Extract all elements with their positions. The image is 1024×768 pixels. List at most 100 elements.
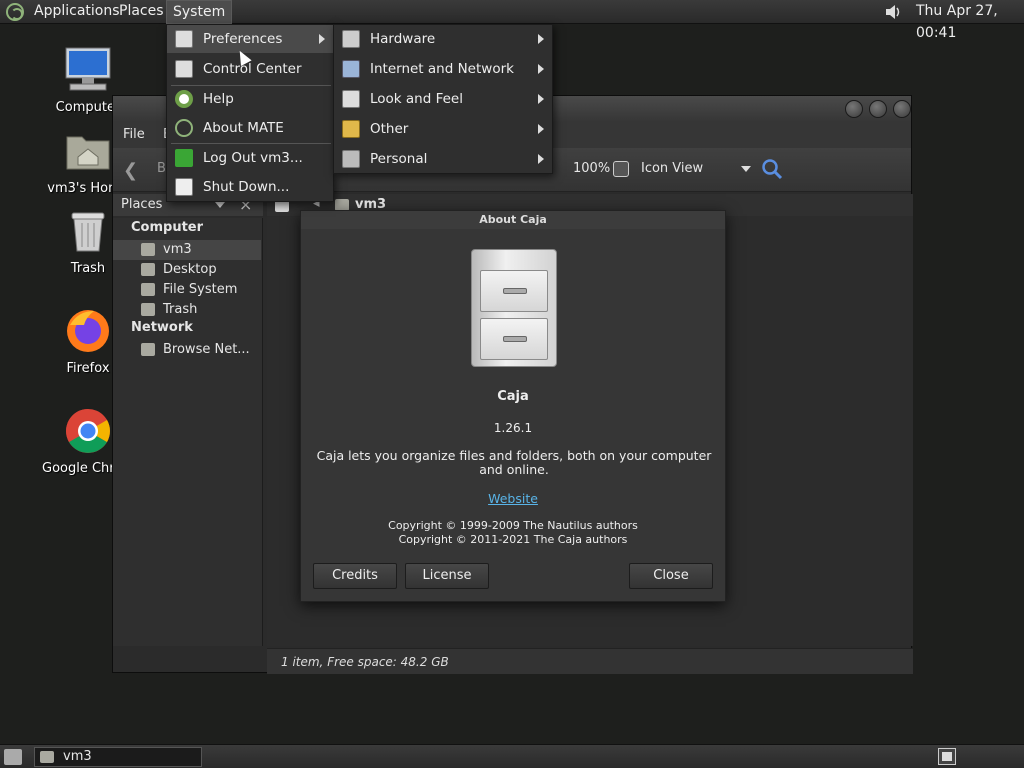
view-mode-select[interactable]: Icon View <box>641 161 751 176</box>
minimize-button[interactable] <box>845 100 863 118</box>
places-sidebar: Computer vm3 Desktop File System Trash N… <box>113 218 263 646</box>
desktop-folder-icon <box>141 263 155 276</box>
menu-item-shut-down[interactable]: Shut Down... <box>167 173 333 201</box>
chevron-right-icon <box>319 34 325 44</box>
menu-item-preferences[interactable]: Preferences <box>167 25 333 53</box>
back-label[interactable]: B <box>157 161 166 176</box>
app-name: Caja <box>497 389 529 404</box>
sidebar-item-filesystem[interactable]: File System <box>113 280 261 300</box>
chevron-right-icon <box>538 64 544 74</box>
trash-icon <box>71 212 105 252</box>
maximize-button[interactable] <box>869 100 887 118</box>
status-text: 1 item, Free space: 48.2 GB <box>281 655 449 669</box>
places-label: Places <box>121 197 163 212</box>
workspace-switcher-icon[interactable] <box>938 748 956 765</box>
help-icon <box>175 90 193 108</box>
chevron-right-icon <box>538 124 544 134</box>
sidebar-item-browse-network[interactable]: Browse Net... <box>113 340 261 360</box>
menu-item-hardware[interactable]: Hardware <box>334 25 552 53</box>
chevron-right-icon <box>538 34 544 44</box>
zoom-in-icon[interactable] <box>613 161 629 177</box>
sidebar-item-vm3[interactable]: vm3 <box>113 240 261 260</box>
zoom-level: 100% <box>573 161 611 176</box>
mate-logo-icon[interactable] <box>6 3 24 21</box>
status-bar: 1 item, Free space: 48.2 GB <box>267 648 913 674</box>
top-panel: Applications Places System Thu Apr 27, 0… <box>0 0 1024 41</box>
menu-item-label: About MATE <box>203 120 284 136</box>
system-menu: Preferences Control Center Help About MA… <box>166 24 334 202</box>
look-feel-icon <box>342 90 360 108</box>
dialog-title[interactable]: About Caja <box>301 211 725 229</box>
menu-item-label: Preferences <box>203 31 283 47</box>
app-version: 1.26.1 <box>493 421 533 435</box>
personal-icon <box>342 150 360 168</box>
volume-icon[interactable] <box>884 3 904 21</box>
website-link[interactable]: Website <box>301 491 725 506</box>
trash-icon <box>141 303 155 316</box>
mate-icon <box>175 119 193 137</box>
places-menu[interactable]: Places <box>113 0 170 24</box>
control-center-icon <box>175 60 193 78</box>
logout-icon <box>175 149 193 167</box>
copyright-line: Copyright © 1999-2009 The Nautilus autho… <box>388 519 638 532</box>
taskbar-button-vm3[interactable]: vm3 <box>34 747 202 767</box>
sidebar-item-label: Trash <box>163 302 198 317</box>
show-desktop-icon[interactable] <box>4 749 22 765</box>
sidebar-item-label: Desktop <box>163 262 217 277</box>
preferences-icon <box>175 30 193 48</box>
menu-item-label: Control Center <box>203 61 302 77</box>
back-icon[interactable]: ❮ <box>123 160 138 181</box>
menu-item-log-out[interactable]: Log Out vm3... <box>167 144 333 172</box>
applications-menu[interactable]: Applications <box>28 0 126 24</box>
search-icon[interactable] <box>761 158 783 180</box>
chevron-right-icon <box>538 154 544 164</box>
close-button[interactable]: Close <box>629 563 713 589</box>
network-icon <box>342 60 360 78</box>
bottom-panel: vm3 <box>0 744 1024 768</box>
taskbar-button-label: vm3 <box>63 749 92 764</box>
menu-item-label: Look and Feel <box>370 91 463 107</box>
license-button[interactable]: License <box>405 563 489 589</box>
menu-item-internet-network[interactable]: Internet and Network <box>334 55 552 83</box>
copyright-line: Copyright © 2011-2021 The Caja authors <box>398 533 628 546</box>
firefox-icon <box>67 310 109 352</box>
menu-item-label: Other <box>370 121 409 137</box>
hardware-icon <box>342 30 360 48</box>
home-folder-icon <box>40 751 54 763</box>
close-window-button[interactable] <box>893 100 911 118</box>
menu-item-label: Internet and Network <box>370 61 514 77</box>
shutdown-icon <box>175 178 193 196</box>
menu-item-other[interactable]: Other <box>334 115 552 143</box>
menu-item-help[interactable]: Help <box>167 85 333 113</box>
sidebar-item-desktop[interactable]: Desktop <box>113 260 261 280</box>
menu-item-about-mate[interactable]: About MATE <box>167 114 333 142</box>
app-description: Caja lets you organize files and folders… <box>316 448 712 477</box>
sidebar-item-label: File System <box>163 282 238 297</box>
clock[interactable]: Thu Apr 27, 00:41 <box>916 0 1024 44</box>
menu-item-personal[interactable]: Personal <box>334 145 552 173</box>
drawer <box>480 270 548 312</box>
sidebar-group-computer: Computer <box>131 220 204 235</box>
menu-item-label: Shut Down... <box>203 179 290 195</box>
menu-item-label: Log Out vm3... <box>203 150 303 166</box>
chevron-down-icon[interactable] <box>215 202 225 208</box>
file-menu[interactable]: File <box>123 127 145 142</box>
home-folder-icon <box>66 136 110 170</box>
preferences-submenu: Hardware Internet and Network Look and F… <box>333 24 553 174</box>
menu-item-label: Help <box>203 91 234 107</box>
drawer <box>480 318 548 360</box>
menu-item-label: Personal <box>370 151 428 167</box>
sidebar-item-label: vm3 <box>163 242 192 257</box>
drive-icon <box>141 283 155 296</box>
credits-button[interactable]: Credits <box>313 563 397 589</box>
sidebar-group-network: Network <box>131 320 193 335</box>
file-cabinet-icon <box>471 249 557 367</box>
system-menu-button[interactable]: System <box>166 0 233 24</box>
other-icon <box>342 120 360 138</box>
drawer-handle <box>503 288 527 294</box>
menu-item-look-feel[interactable]: Look and Feel <box>334 85 552 113</box>
network-icon <box>141 343 155 356</box>
about-dialog: About Caja Caja 1.26.1 Caja lets you org… <box>300 210 726 602</box>
sidebar-item-trash[interactable]: Trash <box>113 300 261 320</box>
drawer-handle <box>503 336 527 342</box>
